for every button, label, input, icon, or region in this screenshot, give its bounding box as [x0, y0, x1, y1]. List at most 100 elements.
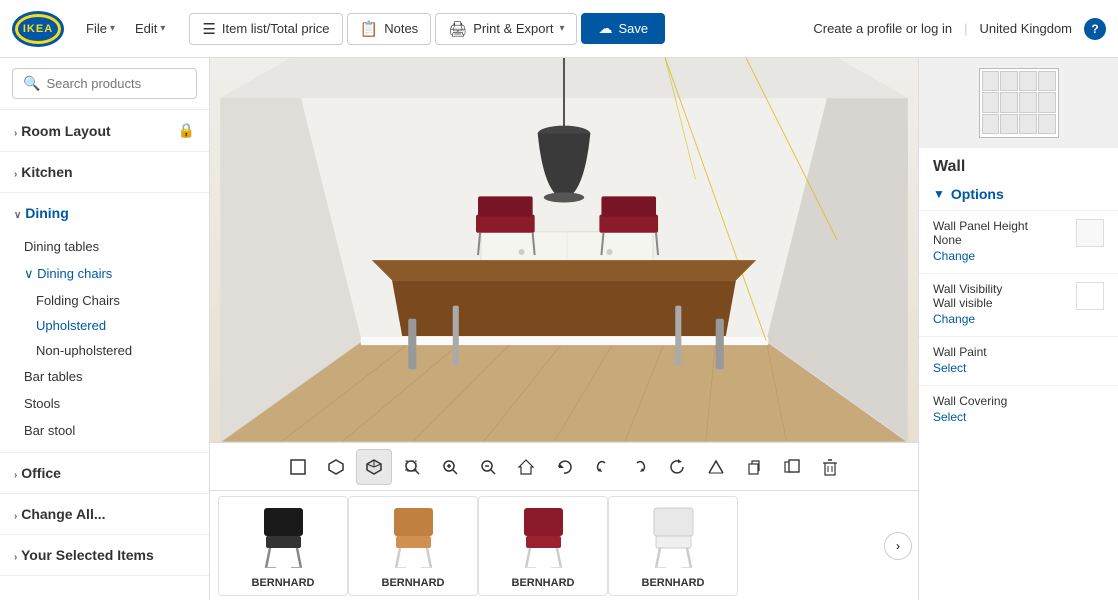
help-button[interactable]: ?: [1084, 18, 1106, 40]
search-box: 🔍: [12, 68, 197, 99]
preview-cell: [1038, 114, 1056, 135]
product-name-bernhard-tan: BERNHARD: [382, 577, 445, 589]
zoom-out-button[interactable]: [470, 449, 506, 485]
delete-icon: [821, 458, 839, 476]
redo-left-icon: [593, 458, 611, 476]
sidebar-item-change-all[interactable]: › Change All...: [0, 494, 209, 534]
edit-chevron-icon: ▾: [160, 23, 165, 34]
sidebar-search-container: 🔍: [0, 58, 209, 110]
selected-items-arrow-icon: ›: [14, 552, 17, 563]
edit-menu[interactable]: Edit ▾: [127, 17, 173, 40]
wall-covering-action[interactable]: Select: [933, 410, 966, 424]
rotate-button[interactable]: [660, 449, 696, 485]
chair-svg-white: [646, 506, 701, 568]
chair-svg-red: [516, 506, 571, 568]
sidebar-item-dining-tables[interactable]: Dining tables: [0, 233, 209, 260]
view-iso-button[interactable]: [318, 449, 354, 485]
file-menu[interactable]: File ▾: [78, 17, 123, 40]
sidebar-item-dining-chairs[interactable]: ∨ Dining chairs: [0, 260, 209, 288]
sidebar-item-kitchen[interactable]: › Kitchen: [0, 152, 209, 192]
redo-left-button[interactable]: [584, 449, 620, 485]
preview-cell: [982, 71, 1000, 92]
sidebar-item-selected-items[interactable]: › Your Selected Items: [0, 535, 209, 575]
preview-cell: [1000, 71, 1018, 92]
zoom-region-icon: [403, 458, 421, 476]
chair-image-red: [513, 505, 573, 570]
preview-cell: [1000, 114, 1018, 135]
product-name-bernhard-white: BERNHARD: [642, 577, 705, 589]
wall-visibility-action[interactable]: Change: [933, 312, 975, 326]
zoom-out-icon: [479, 458, 497, 476]
sidebar-item-non-upholstered[interactable]: Non-upholstered: [0, 338, 209, 363]
save-button[interactable]: ☁ Save: [581, 13, 665, 44]
product-bernhard-tan[interactable]: BERNHARD: [348, 496, 478, 596]
product-bernhard-red[interactable]: BERNHARD: [478, 496, 608, 596]
office-arrow-icon: ›: [14, 470, 17, 481]
room-scene: [210, 58, 918, 442]
wall-visibility-value: Wall visible: [933, 296, 1002, 310]
tray-arrow-icon: ›: [896, 539, 900, 553]
viewport: BERNHARD BERNHARD: [210, 58, 918, 600]
product-bernhard-black[interactable]: BERNHARD: [218, 496, 348, 596]
duplicate-button[interactable]: [774, 449, 810, 485]
product-bernhard-white[interactable]: BERNHARD: [608, 496, 738, 596]
duplicate-icon: [783, 458, 801, 476]
change-all-arrow-icon: ›: [14, 511, 17, 522]
zoom-in-button[interactable]: [432, 449, 468, 485]
sidebar-item-bar-tables[interactable]: Bar tables: [0, 363, 209, 390]
wall-panel-height-option: Wall Panel Height None Change: [919, 210, 1118, 273]
sidebar-item-stools[interactable]: Stools: [0, 390, 209, 417]
tray-next-button[interactable]: ›: [884, 532, 912, 560]
redo-right-icon: [631, 458, 649, 476]
view-3d-button[interactable]: [356, 449, 392, 485]
create-profile-link[interactable]: Create a profile or log in: [813, 21, 952, 36]
preview-cell: [1038, 92, 1056, 113]
wall-section-title: Wall: [919, 148, 1118, 182]
chair-image-white: [643, 505, 703, 570]
search-input[interactable]: [46, 76, 186, 91]
wall-paint-label: Wall Paint: [933, 345, 1104, 359]
notes-icon: 📋: [360, 20, 379, 38]
sidebar-item-room-layout[interactable]: › Room Layout 🔒: [0, 110, 209, 151]
delete-button[interactable]: [812, 449, 848, 485]
sidebar-item-dining[interactable]: ∨ Dining: [0, 193, 209, 233]
wall-visibility-swatch: [1076, 282, 1104, 310]
rotate-icon: [669, 458, 687, 476]
options-toggle[interactable]: ▼ Options: [919, 182, 1118, 210]
wall-panel-height-action[interactable]: Change: [933, 249, 975, 263]
sidebar-item-upholstered[interactable]: Upholstered: [0, 313, 209, 338]
wall-panel-height-swatch: [1076, 219, 1104, 247]
copy-button[interactable]: [736, 449, 772, 485]
room-view[interactable]: [210, 58, 918, 442]
sidebar-section-selected-items: › Your Selected Items: [0, 535, 209, 576]
zoom-region-button[interactable]: [394, 449, 430, 485]
save-icon: ☁: [598, 20, 612, 37]
undo-button[interactable]: [546, 449, 582, 485]
2d-icon: [289, 458, 307, 476]
flip-icon: [707, 458, 725, 476]
notes-button[interactable]: 📋 Notes: [347, 13, 432, 45]
flip-button[interactable]: [698, 449, 734, 485]
preview-cell: [1000, 92, 1018, 113]
wall-paint-action[interactable]: Select: [933, 361, 966, 375]
print-export-button[interactable]: 🖨 Print & Export ▾: [435, 13, 577, 45]
home-icon: [517, 458, 535, 476]
item-list-button[interactable]: ☰ Item list/Total price: [189, 13, 342, 45]
lock-icon: 🔒: [178, 122, 195, 139]
sidebar-item-bar-stool[interactable]: Bar stool: [0, 417, 209, 444]
product-tray: BERNHARD BERNHARD: [210, 490, 918, 600]
home-view-button[interactable]: [508, 449, 544, 485]
options-chevron-icon: ▼: [933, 187, 945, 201]
preview-cell: [982, 92, 1000, 113]
preview-cell: [1019, 92, 1037, 113]
print-icon: 🖨: [448, 20, 467, 38]
print-chevron-icon: ▾: [559, 23, 564, 34]
sidebar-item-office[interactable]: › Office: [0, 453, 209, 493]
view-2d-button[interactable]: [280, 449, 316, 485]
right-panel: Wall ▼ Options Wall Panel Height None Ch…: [918, 58, 1118, 600]
iso-icon: [327, 458, 345, 476]
wall-visibility-label: Wall Visibility: [933, 282, 1002, 296]
dining-section-content: Dining tables ∨ Dining chairs Folding Ch…: [0, 233, 209, 452]
redo-right-button[interactable]: [622, 449, 658, 485]
sidebar-item-folding-chairs[interactable]: Folding Chairs: [0, 288, 209, 313]
